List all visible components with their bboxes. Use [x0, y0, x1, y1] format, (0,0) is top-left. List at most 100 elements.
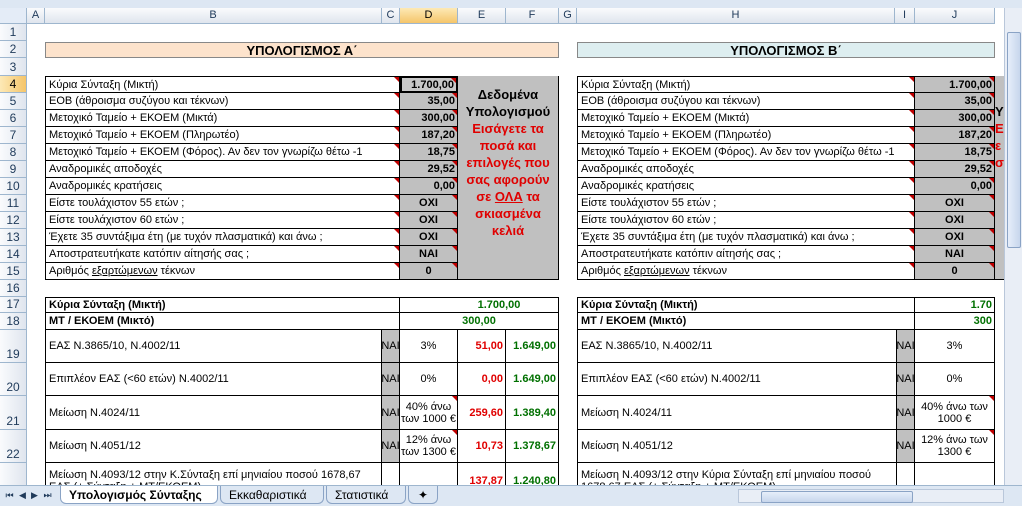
blockB-calc-label: Μείωση Ν.4024/11: [577, 396, 897, 430]
tab-statistics[interactable]: Στατιστικά: [326, 486, 406, 504]
blockB-comment-marker: [989, 229, 994, 234]
blockB-calc-flag[interactable]: ΝΑΙ: [897, 363, 915, 396]
insert-sheet-icon[interactable]: ✦: [408, 486, 438, 504]
blockA-input-value[interactable]: 187,20: [400, 127, 458, 144]
blockA-input-value[interactable]: 35,00: [400, 93, 458, 110]
column-header-i[interactable]: I: [895, 8, 915, 24]
column-header-e[interactable]: E: [458, 8, 506, 24]
column-header-c[interactable]: C: [382, 8, 400, 24]
instructions-line: σας αφορούν: [466, 172, 550, 187]
blockA-calc-flag[interactable]: ΝΑΙ: [382, 430, 400, 463]
blockA-input-value[interactable]: ΟΧΙ: [400, 229, 458, 246]
blockB-input-label: Έχετε 35 συντάξιμα έτη (με τυχόν πλασματ…: [577, 229, 915, 246]
blockA-comment-marker: [394, 127, 399, 132]
row-header-8[interactable]: 8: [0, 144, 27, 161]
row-header-20[interactable]: 20: [0, 363, 27, 396]
row-header-2[interactable]: 2: [0, 41, 27, 58]
column-header-f[interactable]: F: [506, 8, 559, 24]
blockB-comment-marker: [989, 127, 994, 132]
blockB-comment-marker: [909, 77, 914, 82]
blockA-calc-flag[interactable]: ΝΑΙ: [382, 363, 400, 396]
column-header-d[interactable]: D: [400, 8, 458, 24]
vertical-scroll-thumb[interactable]: [1007, 32, 1021, 248]
blockA-input-label: Αναδρομικές αποδοχές: [45, 161, 400, 178]
blockA-input-value[interactable]: 0: [400, 263, 458, 280]
next-sheet-nav-icon[interactable]: ▶: [30, 489, 39, 501]
blockB-input-value[interactable]: 300,00: [915, 110, 995, 127]
row-header-9[interactable]: 9: [0, 161, 27, 178]
row-header-19[interactable]: 19: [0, 330, 27, 363]
blockB-input-value[interactable]: 1.700,00: [915, 76, 995, 93]
blockB-calc-flag[interactable]: ΝΑΙ: [897, 396, 915, 430]
row-header-22[interactable]: 22: [0, 430, 27, 463]
vertical-scrollbar[interactable]: [1004, 8, 1022, 485]
blockA-calc-label: Επιπλέον ΕΑΣ (<60 ετών) Ν.4002/11: [45, 363, 382, 396]
row-header-11[interactable]: 11: [0, 195, 27, 212]
row-header-16[interactable]: 16: [0, 280, 27, 297]
blockA-input-value[interactable]: ΟΧΙ: [400, 195, 458, 212]
last-sheet-nav-icon[interactable]: ⏭: [43, 489, 52, 501]
column-header-h[interactable]: H: [577, 8, 895, 24]
blockB-input-value[interactable]: ΟΧΙ: [915, 195, 995, 212]
blockB-input-value[interactable]: 29,52: [915, 161, 995, 178]
blockB-input-value[interactable]: ΟΧΙ: [915, 212, 995, 229]
blockA-input-value[interactable]: ΟΧΙ: [400, 212, 458, 229]
blockB-input-label: Είστε τουλάχιστον 55 ετών ;: [577, 195, 915, 212]
prev-sheet-nav-icon[interactable]: ◀: [18, 489, 27, 501]
row-header-3[interactable]: 3: [0, 58, 27, 76]
row-header-14[interactable]: 14: [0, 246, 27, 263]
blockA-calc-flag[interactable]: ΝΑΙ: [382, 396, 400, 430]
blockB-input-value[interactable]: 0,00: [915, 178, 995, 195]
blockA-input-value[interactable]: 0,00: [400, 178, 458, 195]
blockA-calc-net: 1.378,67: [506, 430, 559, 463]
instructions-line: Εισάγετε τα: [472, 121, 544, 136]
row-header-18[interactable]: 18: [0, 313, 27, 330]
row-header-13[interactable]: 13: [0, 229, 27, 246]
column-header-a[interactable]: A: [27, 8, 45, 24]
blockB-input-value[interactable]: 187,20: [915, 127, 995, 144]
blockB-input-label: Μετοχικό Ταμείο + ΕΚΟΕΜ (Πληρωτέο): [577, 127, 915, 144]
row-header-5[interactable]: 5: [0, 93, 27, 110]
blockB-calc-label: Μείωση Ν.4051/12: [577, 430, 897, 463]
column-header-b[interactable]: B: [45, 8, 382, 24]
blockA-input-value[interactable]: 29,52: [400, 161, 458, 178]
blockB-comment-marker: [989, 178, 994, 183]
tab-pension-calc[interactable]: Υπολογισμός Σύνταξης: [60, 486, 218, 504]
row-header-23[interactable]: 23: [0, 463, 27, 485]
row-header-6[interactable]: 6: [0, 110, 27, 127]
row-header-1[interactable]: 1: [0, 24, 27, 41]
blockA-calc-flag[interactable]: [382, 463, 400, 485]
blockB-input-value[interactable]: 0: [915, 263, 995, 280]
first-sheet-nav-icon[interactable]: ⏮: [5, 489, 14, 501]
blockA-input-value[interactable]: 300,00: [400, 110, 458, 127]
column-header-g[interactable]: G: [559, 8, 577, 24]
horizontal-scrollbar[interactable]: [738, 489, 1004, 503]
row-header-10[interactable]: 10: [0, 178, 27, 195]
blockB-input-value[interactable]: 35,00: [915, 93, 995, 110]
blockA-input-value[interactable]: 1.700,00: [400, 76, 458, 93]
blockB-calc-flag[interactable]: ΝΑΙ: [897, 330, 915, 363]
row-header-7[interactable]: 7: [0, 127, 27, 144]
select-all-corner[interactable]: [0, 8, 27, 24]
instructions-line: σκιασμένα: [475, 206, 541, 221]
blockA-input-value[interactable]: 18,75: [400, 144, 458, 161]
blockB-label-underlined: εξαρτώμενων: [623, 265, 690, 277]
blockB-input-value[interactable]: ΝΑΙ: [915, 246, 995, 263]
horizontal-scroll-thumb[interactable]: [761, 491, 913, 503]
blockA-calc-flag[interactable]: ΝΑΙ: [382, 330, 400, 363]
blockB-calc-flag[interactable]: [897, 463, 915, 485]
blockA-sum-main-label: Κύρια Σύνταξη (Μικτή): [45, 297, 400, 313]
blockB-input-value[interactable]: ΟΧΙ: [915, 229, 995, 246]
row-header-4[interactable]: 4: [0, 76, 27, 93]
row-header-15[interactable]: 15: [0, 263, 27, 280]
row-header-17[interactable]: 17: [0, 297, 27, 313]
row-header-21[interactable]: 21: [0, 396, 27, 430]
blockB-comment-marker: [909, 161, 914, 166]
column-header-j[interactable]: J: [915, 8, 995, 24]
blockB-label-part: τέκνων: [689, 265, 727, 277]
tab-statements[interactable]: Εκκαθαριστικά: [220, 486, 324, 504]
blockA-input-value[interactable]: ΝΑΙ: [400, 246, 458, 263]
blockB-calc-flag[interactable]: ΝΑΙ: [897, 430, 915, 463]
row-header-12[interactable]: 12: [0, 212, 27, 229]
blockB-input-value[interactable]: 18,75: [915, 144, 995, 161]
